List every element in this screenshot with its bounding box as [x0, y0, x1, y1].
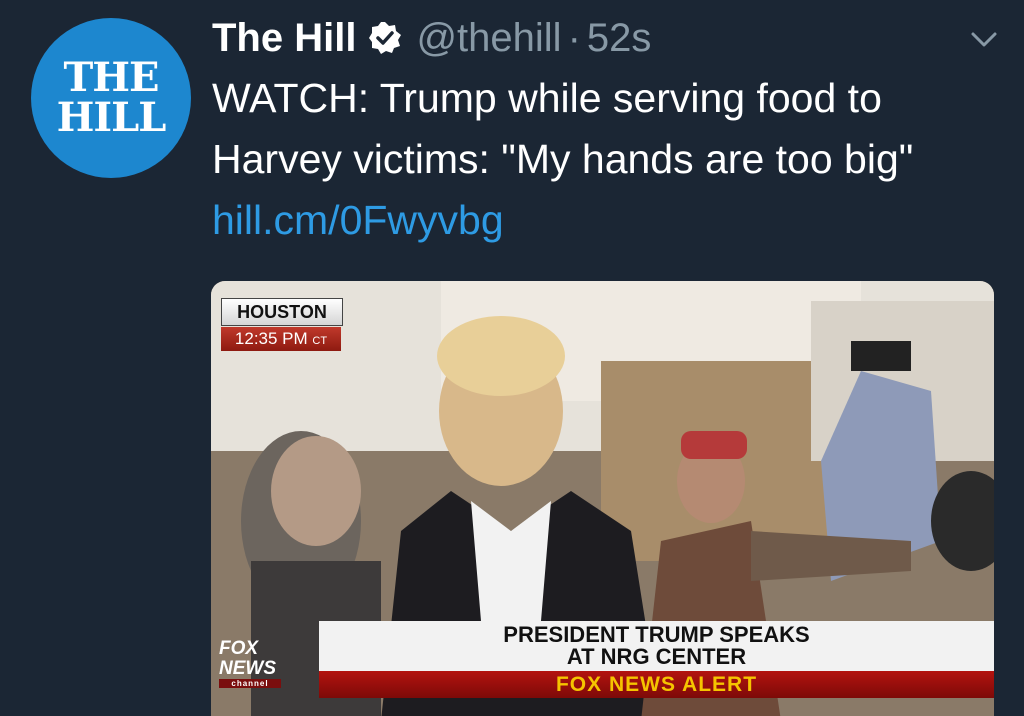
network-logo: FOX NEWS channel	[219, 639, 281, 695]
headline-banner: PRESIDENT TRUMP SPEAKS AT NRG CENTER	[319, 621, 994, 671]
network-logo-line-1: FOX	[219, 638, 259, 659]
verified-badge-icon	[368, 21, 402, 55]
headline-line-1: PRESIDENT TRUMP SPEAKS	[503, 622, 810, 647]
location-badge: HOUSTON	[221, 298, 343, 326]
separator-dot: ·	[567, 15, 581, 60]
tweet-header: The Hill @thehill · 52s	[212, 12, 651, 64]
headline-line-2: AT NRG CENTER	[566, 644, 747, 669]
avatar[interactable]: THE HILL	[31, 18, 191, 178]
tweet-text: WATCH: Trump while serving food to Harve…	[212, 68, 1002, 251]
tweet-body: WATCH: Trump while serving food to Harve…	[212, 75, 914, 182]
avatar-line-2: HILL	[56, 94, 167, 141]
network-logo-line-3: channel	[219, 679, 281, 688]
display-name[interactable]: The Hill	[212, 16, 356, 61]
clock-time: 12:35 PM	[234, 329, 308, 348]
network-logo-line-2: NEWS	[219, 658, 276, 679]
alert-banner: FOX NEWS ALERT	[319, 671, 994, 698]
video-media[interactable]: HOUSTON 12:35 PM CT FOX NEWS channel PRE…	[211, 281, 994, 716]
user-handle[interactable]: @thehill	[416, 16, 561, 61]
tweet-link[interactable]: hill.cm/0Fwyvbg	[212, 197, 504, 243]
clock-timezone: CT	[312, 335, 328, 347]
avatar-line-1: THE	[63, 54, 159, 101]
timestamp[interactable]: 52s	[587, 16, 652, 61]
clock-badge: 12:35 PM CT	[221, 327, 341, 351]
chevron-down-icon[interactable]	[966, 26, 1002, 52]
